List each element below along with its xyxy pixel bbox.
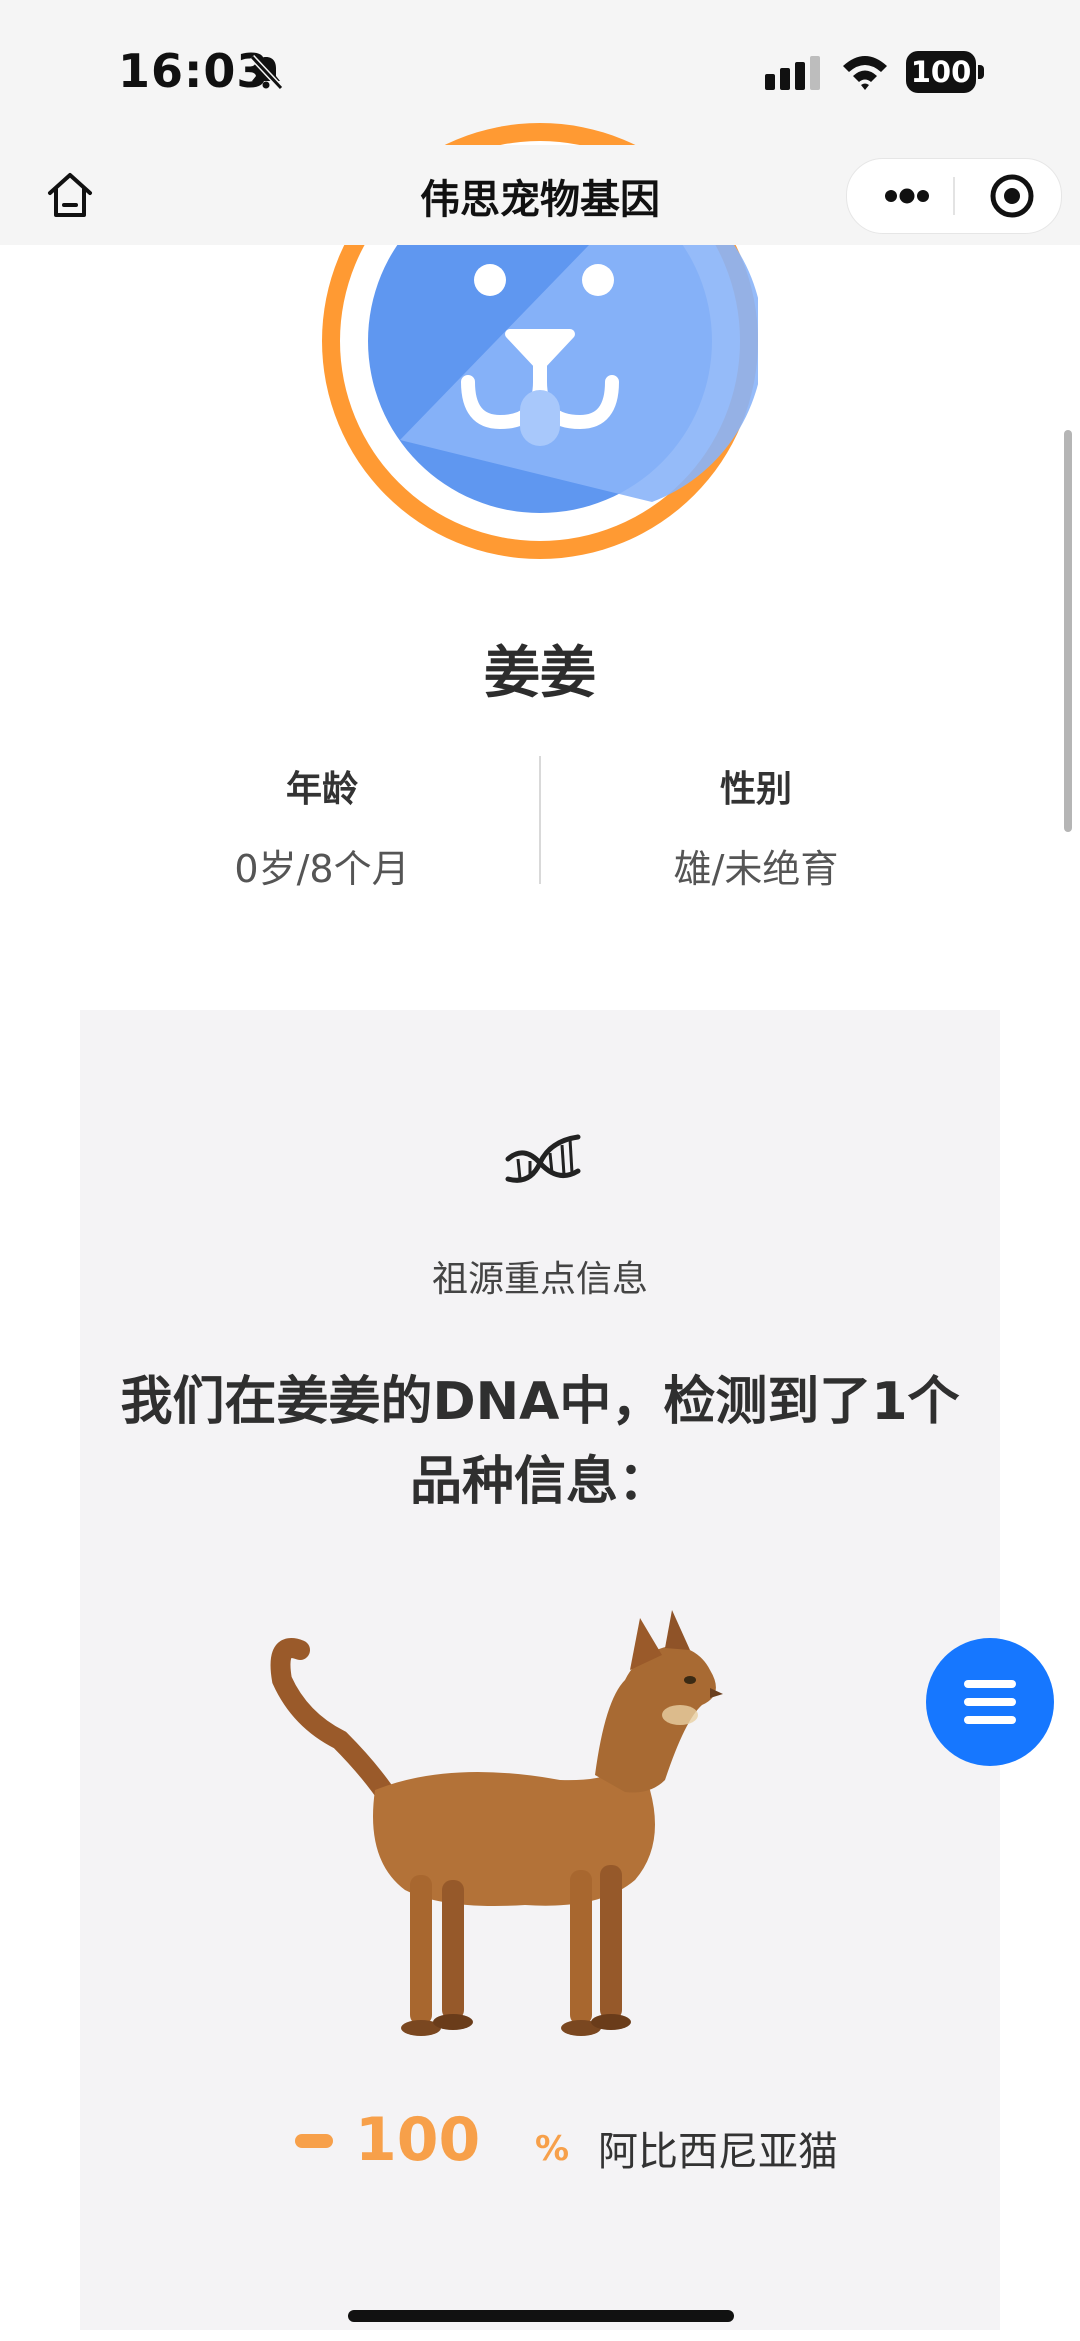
ancestry-headline: 我们在姜姜的DNA中，检测到了1个品种信息： — [120, 1372, 960, 1512]
cat-image — [270, 1610, 723, 2036]
dna-icon — [505, 1134, 581, 1183]
breed-color-marker — [295, 2134, 333, 2148]
gender-info: 性别 雄/未绝育 — [596, 760, 916, 893]
breed-percent: 100 — [355, 2105, 481, 2175]
menu-icon-line-3 — [964, 1716, 1016, 1724]
breed-name: 阿比西尼亚猫 — [598, 2129, 838, 2175]
home-indicator[interactable] — [348, 2310, 734, 2322]
breed-result: 100 % 阿比西尼亚猫 — [295, 2105, 855, 2175]
more-dots-icon[interactable] — [867, 159, 947, 233]
menu-icon — [964, 1680, 1016, 1688]
battery-icon: 100 — [906, 51, 984, 93]
age-value: 0岁/8个月 — [234, 847, 410, 891]
bell-muted-icon — [249, 54, 284, 91]
battery-level: 100 — [906, 51, 976, 93]
nav-bar: 伟思宠物基因 — [0, 145, 1080, 245]
close-target-icon[interactable] — [977, 159, 1047, 233]
signal-icon — [765, 56, 820, 90]
ancestry-card: 祖源重点信息 我们在姜姜的DNA中，检测到了1个品种信息： 100 % 阿比西尼… — [80, 1010, 1000, 2330]
age-info: 年龄 0岁/8个月 — [162, 760, 482, 893]
menu-fab-button[interactable] — [926, 1638, 1054, 1766]
age-label: 年龄 — [285, 769, 358, 810]
capsule-divider — [953, 177, 955, 215]
wifi-icon — [843, 56, 887, 90]
mini-program-capsule — [846, 158, 1062, 234]
gender-value: 雄/未绝育 — [673, 847, 839, 891]
breed-percent-sign: % — [535, 2129, 570, 2169]
menu-icon-line-2 — [964, 1698, 1016, 1706]
ancestry-subtitle: 祖源重点信息 — [431, 1259, 648, 1300]
battery-cap — [978, 65, 984, 79]
info-divider — [539, 756, 541, 884]
gender-label: 性别 — [719, 769, 792, 810]
pet-name: 姜姜 — [484, 641, 596, 706]
